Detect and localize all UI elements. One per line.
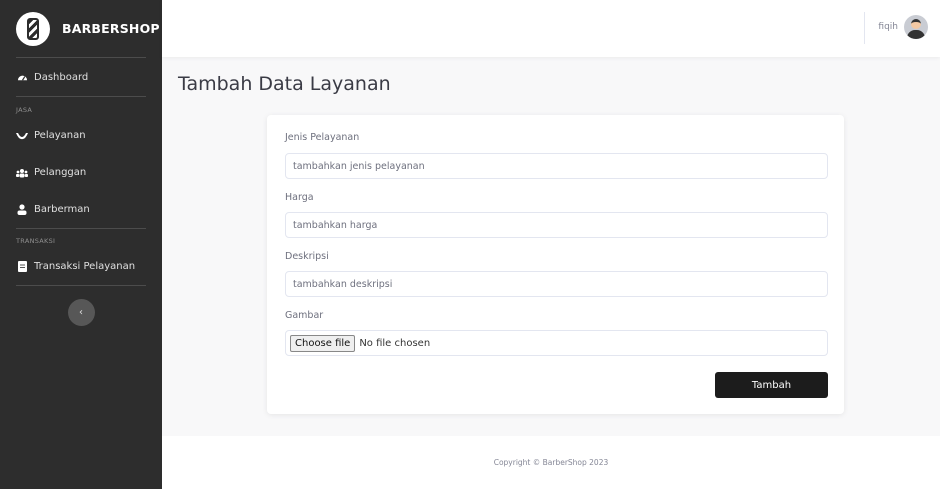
sidebar-item-dashboard[interactable]: Dashboard	[0, 58, 162, 96]
users-icon	[16, 167, 28, 179]
deskripsi-label: Deskripsi	[285, 251, 329, 262]
sidebar-item-label: Pelanggan	[34, 167, 87, 178]
harga-input[interactable]: tambahkan harga	[285, 212, 828, 238]
chevron-left-icon: ‹	[79, 307, 83, 318]
gambar-file-input[interactable]: Choose file No file chosen	[285, 330, 828, 356]
sidebar-item-transaksi-pelayanan[interactable]: Transaksi Pelayanan	[0, 248, 162, 285]
hands-icon	[16, 130, 28, 142]
topbar-divider	[864, 12, 865, 44]
receipt-icon	[16, 261, 28, 273]
sidebar-item-label: Dashboard	[34, 71, 89, 83]
topbar: fiqih	[162, 0, 940, 57]
sidebar-item-pelayanan[interactable]: Pelayanan	[0, 117, 162, 154]
sidebar: BARBERSHOP Dashboard JASA Pelayanan Pela…	[0, 0, 162, 489]
tachometer-icon	[16, 71, 28, 83]
user-dropdown[interactable]: fiqih	[878, 15, 928, 39]
sidebar-brand[interactable]: BARBERSHOP	[0, 0, 162, 57]
sidebar-item-pelanggan[interactable]: Pelanggan	[0, 154, 162, 191]
page-title: Tambah Data Layanan	[178, 73, 391, 95]
user-icon	[16, 204, 28, 216]
sidebar-heading-jasa: JASA	[16, 106, 33, 114]
sidebar-divider	[16, 96, 146, 97]
sidebar-divider	[16, 228, 146, 229]
tambah-button[interactable]: Tambah	[715, 372, 828, 398]
username: fiqih	[878, 22, 898, 32]
footer-copyright: Copyright © BarberShop 2023	[493, 458, 609, 467]
deskripsi-input[interactable]: tambahkan deskripsi	[285, 271, 828, 297]
form-card: Jenis Pelayanan tambahkan jenis pelayana…	[267, 115, 844, 414]
avatar	[904, 15, 928, 39]
sidebar-item-barberman[interactable]: Barberman	[0, 191, 162, 228]
gambar-label: Gambar	[285, 310, 324, 321]
sidebar-toggle-button[interactable]: ‹	[67, 299, 95, 326]
barber-pole-logo-icon	[16, 11, 50, 46]
brand-name: BARBERSHOP	[62, 21, 160, 36]
choose-file-button[interactable]: Choose file	[290, 334, 356, 352]
harga-label: Harga	[285, 192, 314, 203]
jenis-pelayanan-input[interactable]: tambahkan jenis pelayanan	[285, 153, 828, 179]
sidebar-heading-transaksi: TRANSAKSI	[16, 237, 56, 245]
sidebar-item-label: Pelayanan	[34, 130, 86, 141]
jenis-pelayanan-label: Jenis Pelayanan	[285, 132, 360, 143]
file-status: No file chosen	[359, 337, 431, 349]
sidebar-item-label: Barberman	[34, 204, 90, 215]
sidebar-item-label: Transaksi Pelayanan	[34, 261, 136, 272]
